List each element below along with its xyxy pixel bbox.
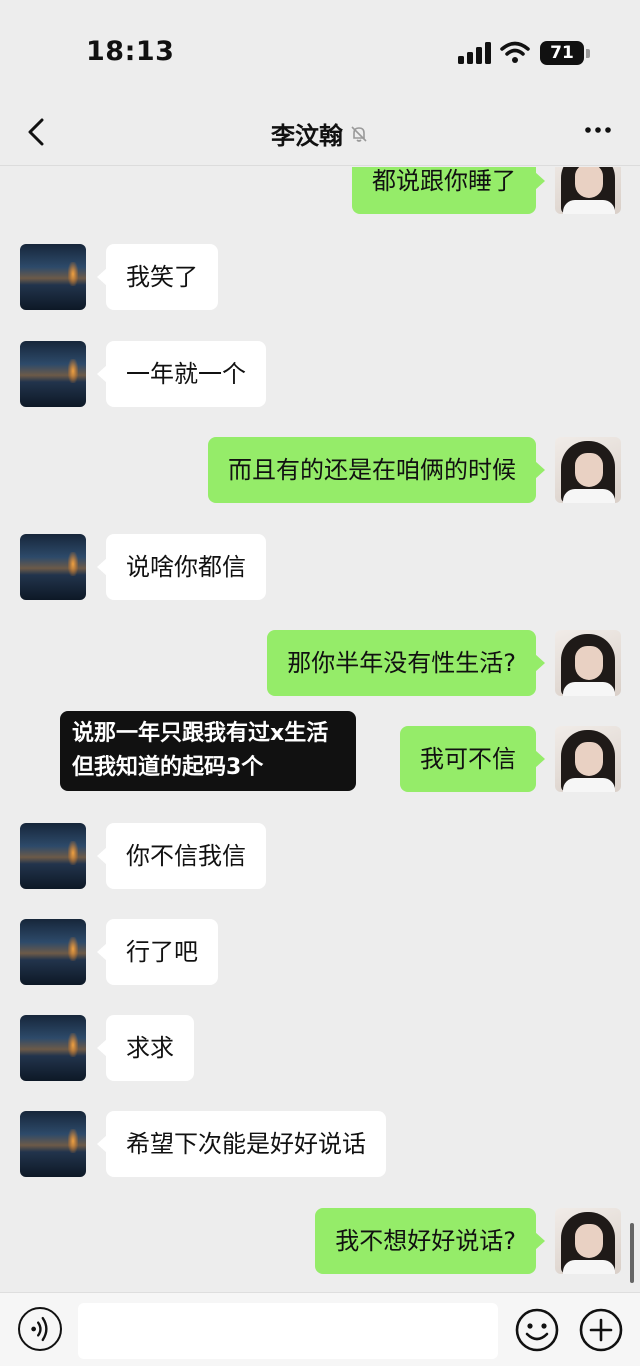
message-row: 一年就一个 [0, 341, 640, 409]
chat-title-bar: 李汶翰 [0, 116, 640, 151]
message-row: 说啥你都信 [0, 534, 640, 602]
contact-avatar[interactable] [20, 1015, 86, 1081]
message-bubble-incoming[interactable]: 我笑了 [97, 244, 218, 310]
message-bubble-incoming[interactable]: 求求 [97, 1015, 194, 1081]
message-row: 求求 [0, 1015, 640, 1083]
status-time: 18:13 [86, 36, 175, 67]
contact-avatar[interactable] [20, 534, 86, 600]
input-bar [0, 1292, 640, 1366]
signal-icon [458, 42, 492, 64]
emoji-icon[interactable] [514, 1307, 560, 1353]
message-bubble-incoming[interactable]: 一年就一个 [97, 341, 266, 407]
message-row: 我不想好好说话? [0, 1208, 640, 1276]
plus-icon[interactable] [578, 1307, 624, 1353]
message-bubble-outgoing[interactable]: 而且有的还是在咱俩的时候 [208, 437, 545, 503]
overlay-caption: 说那一年只跟我有过x生活 但我知道的起码3个 [60, 711, 356, 791]
self-avatar[interactable] [555, 167, 621, 214]
message-row: 那你半年没有性生活? [0, 630, 640, 698]
wifi-icon [500, 41, 530, 63]
message-bubble-incoming[interactable]: 行了吧 [97, 919, 218, 985]
message-bubble-incoming[interactable]: 你不信我信 [97, 823, 266, 889]
voice-icon[interactable] [18, 1307, 62, 1351]
bell-off-icon [351, 125, 367, 142]
message-bubble-incoming[interactable]: 希望下次能是好好说话 [97, 1111, 386, 1177]
more-dots-icon[interactable] [582, 114, 614, 146]
message-bubble-incoming[interactable]: 说啥你都信 [97, 534, 266, 600]
contact-avatar[interactable] [20, 244, 86, 310]
contact-avatar[interactable] [20, 341, 86, 407]
status-bar: 18:13 71 [0, 0, 640, 100]
battery-tip [586, 49, 590, 58]
scrollbar[interactable] [630, 1223, 634, 1283]
contact-avatar[interactable] [20, 1111, 86, 1177]
contact-avatar[interactable] [20, 823, 86, 889]
message-bubble-outgoing[interactable]: 我不想好好说话? [315, 1208, 545, 1274]
message-row: 都说跟你睡了 [0, 167, 640, 216]
message-bubble-outgoing[interactable]: 我可不信 [400, 726, 545, 792]
message-row: 行了吧 [0, 919, 640, 987]
message-row: 而且有的还是在咱俩的时候 [0, 437, 640, 505]
self-avatar[interactable] [555, 726, 621, 792]
message-row: 你不信我信 [0, 823, 640, 891]
message-row: 我笑了 [0, 244, 640, 312]
contact-name: 李汶翰 [271, 122, 343, 150]
battery-indicator: 71 [540, 41, 584, 65]
contact-avatar[interactable] [20, 919, 86, 985]
message-bubble-outgoing[interactable]: 那你半年没有性生活? [267, 630, 545, 696]
message-bubble-outgoing[interactable]: 都说跟你睡了 [352, 167, 545, 214]
self-avatar[interactable] [555, 630, 621, 696]
message-row: 希望下次能是好好说话 [0, 1111, 640, 1179]
chat-header: 李汶翰 [0, 100, 640, 166]
self-avatar[interactable] [555, 437, 621, 503]
self-avatar[interactable] [555, 1208, 621, 1274]
message-input[interactable] [78, 1303, 498, 1359]
